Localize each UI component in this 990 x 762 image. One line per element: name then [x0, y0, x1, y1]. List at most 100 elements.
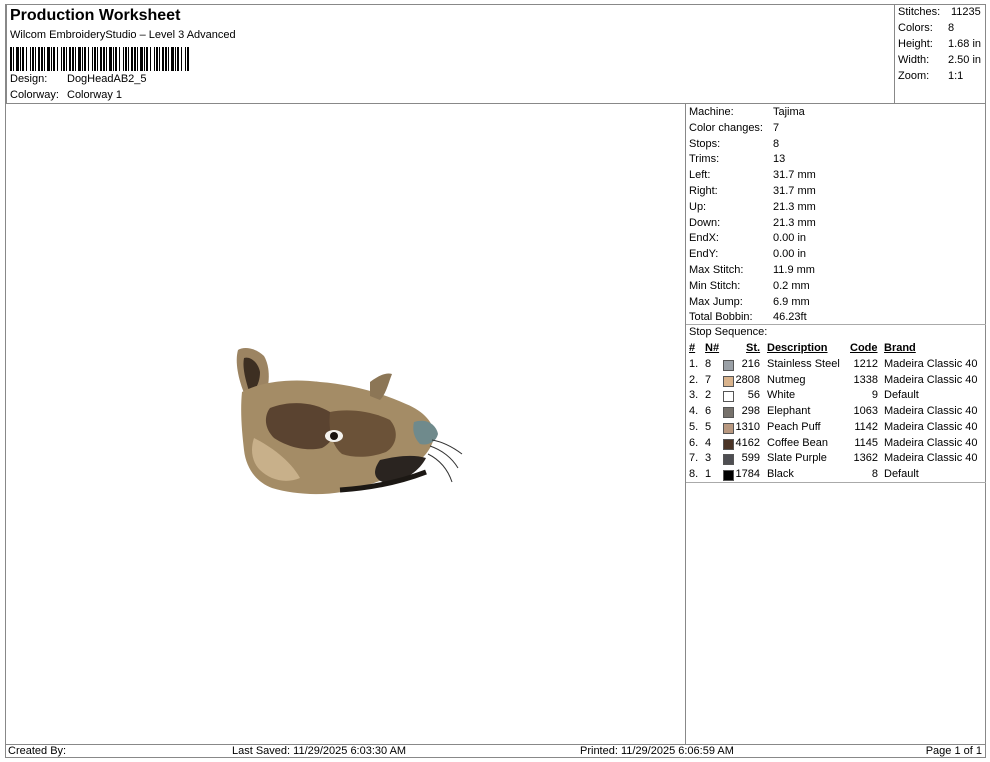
stop-number: 4.	[689, 405, 699, 418]
col-header-num: #	[689, 342, 696, 354]
stitch-count: 599	[741, 452, 760, 465]
design-preview	[6, 104, 686, 744]
thread-brand: Madeira Classic 40	[884, 436, 978, 449]
height-label: Height:	[898, 38, 933, 50]
col-header-code: Code	[850, 342, 878, 354]
needle-number: 3	[705, 452, 712, 465]
col-header-brand: Brand	[884, 342, 916, 354]
machine-info-row: Trims: 13	[689, 153, 785, 166]
machine-info-row: Machine: Tajima	[689, 106, 805, 118]
table-row: 8. 1 1784 Black 8 Default	[686, 468, 986, 484]
width-label: Width:	[898, 54, 930, 66]
info-label: Trims:	[689, 153, 720, 166]
info-value: 21.3 mm	[773, 200, 816, 213]
machine-info-row: Max Stitch: 11.9 mm	[689, 264, 815, 276]
color-swatch	[723, 422, 734, 434]
stitch-count: 4162	[735, 436, 760, 449]
info-value: 11.9 mm	[773, 264, 815, 276]
thread-description: Stainless Steel	[767, 358, 840, 370]
machine-info-row: Down: 21.3 mm	[689, 216, 816, 229]
table-row: 2. 7 2808 Nutmeg 1338 Madeira Classic 40	[686, 374, 986, 390]
thread-code: 1145	[854, 436, 878, 449]
printed-date: Printed: 11/29/2025 6:06:59 AM	[580, 745, 734, 757]
thread-brand: Madeira Classic 40	[884, 358, 978, 370]
machine-info-row: Stops: 8	[689, 138, 779, 150]
info-value: 0.2 mm	[773, 279, 810, 292]
thread-description: Nutmeg	[767, 373, 806, 386]
stitch-count: 298	[741, 405, 760, 418]
colors-label: Colors:	[898, 22, 933, 34]
color-swatch	[723, 438, 734, 450]
zoom-label: Zoom:	[898, 70, 930, 82]
info-value: 21.3 mm	[773, 216, 816, 229]
info-label: Right:	[689, 185, 718, 197]
thread-code: 1212	[853, 358, 878, 370]
thread-brand: Madeira Classic 40	[884, 405, 978, 418]
col-header-description: Description	[767, 342, 828, 354]
height-row: Height: 1.68 in	[898, 38, 981, 50]
info-label: Up:	[689, 200, 707, 213]
page-title: Production Worksheet	[10, 7, 181, 24]
thread-code: 1142	[854, 420, 878, 433]
needle-number: 1	[705, 467, 712, 480]
dog-head-embroidery-image	[236, 348, 463, 495]
barcode-icon	[10, 47, 189, 71]
colorway-label: Colorway:	[10, 89, 59, 101]
height-value: 1.68 in	[948, 38, 982, 50]
stop-number: 8.	[689, 467, 699, 480]
thread-description: Black	[767, 467, 794, 480]
table-row: 4. 6 298 Elephant 1063 Madeira Classic 40	[686, 405, 986, 421]
info-label: Max Jump:	[689, 295, 743, 308]
table-row: 5. 5 1310 Peach Puff 1142 Madeira Classic 40	[686, 421, 986, 437]
colors-row: Colors: 8	[898, 22, 954, 34]
design-label: Design:	[10, 73, 48, 85]
info-label: Total Bobbin:	[689, 311, 753, 324]
stop-number: 6.	[689, 436, 699, 449]
info-label: Down:	[689, 216, 721, 229]
info-value: 31.7 mm	[773, 185, 816, 197]
stitches-value: 11235	[951, 6, 981, 18]
thread-description: Elephant	[767, 405, 811, 418]
info-value: 13	[773, 153, 786, 166]
colorway-row: Colorway: Colorway 1	[10, 89, 122, 101]
machine-info-row: Up: 21.3 mm	[689, 200, 816, 213]
stop-number: 2.	[689, 373, 699, 386]
table-row: 1. 8 216 Stainless Steel 1212 Madeira Classic…	[686, 358, 986, 374]
info-value: 31.7 mm	[773, 169, 816, 182]
page-number: Page 1 of 1	[925, 745, 982, 757]
machine-info-row: Right: 31.7 mm	[689, 185, 816, 197]
design-value: DogHeadAB2_5	[67, 73, 147, 85]
needle-number: 4	[705, 436, 712, 449]
thread-brand: Default	[884, 389, 919, 402]
color-swatch	[723, 375, 734, 387]
last-saved: Last Saved: 11/29/2025 6:03:30 AM	[232, 745, 407, 757]
info-value: 7	[773, 121, 780, 134]
zoom-value: 1:1	[948, 70, 964, 82]
thread-code: 1338	[853, 373, 878, 386]
footer: Created By: Last Saved: 11/29/2025 6:03:…	[6, 744, 986, 759]
col-header-needle: N#	[705, 342, 720, 354]
info-label: Max Stitch:	[689, 264, 744, 276]
color-swatch	[723, 454, 734, 466]
stitch-count: 216	[741, 358, 760, 370]
info-value: 6.9 mm	[773, 295, 810, 308]
thread-description: Coffee Bean	[767, 436, 828, 449]
stitch-count: 56	[747, 389, 760, 402]
machine-info-row: Left: 31.7 mm	[689, 169, 816, 181]
stitches-label: Stitches:	[898, 6, 941, 18]
stitch-count: 2808	[735, 373, 760, 386]
thread-description: Peach Puff	[767, 420, 821, 433]
table-row: 3. 2 56 White 9 Default	[686, 389, 986, 405]
thread-description: Slate Purple	[767, 452, 827, 465]
col-header-stitches: St.	[746, 342, 761, 354]
stop-number: 5.	[689, 420, 699, 433]
software-name: Wilcom EmbroideryStudio – Level 3 Advanc…	[10, 29, 236, 41]
info-value: 8	[773, 137, 780, 150]
machine-info-row: Color changes: 7	[689, 122, 779, 134]
info-value: 0.00 in	[773, 232, 807, 245]
stitch-count: 1310	[735, 420, 760, 433]
created-by: Created By:	[8, 745, 67, 757]
width-row: Width: 2.50 in	[898, 54, 981, 66]
thread-brand: Madeira Classic 40	[884, 452, 978, 465]
thread-code: 8	[871, 467, 878, 480]
